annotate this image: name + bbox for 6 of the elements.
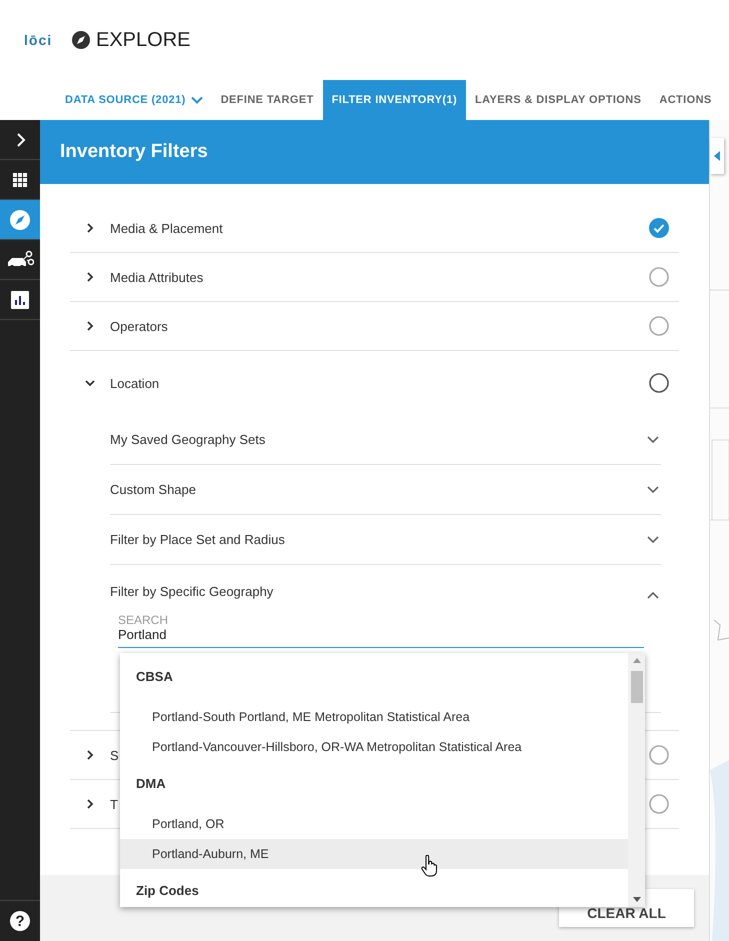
group-heading: CBSA: [135, 668, 174, 686]
group-heading: DMA: [135, 775, 167, 793]
page-title: EXPLORE: [96, 28, 190, 52]
logo: lōci: [24, 32, 54, 48]
group-heading: Zip Codes: [135, 882, 200, 900]
panel-title: Inventory Filters: [60, 141, 208, 163]
